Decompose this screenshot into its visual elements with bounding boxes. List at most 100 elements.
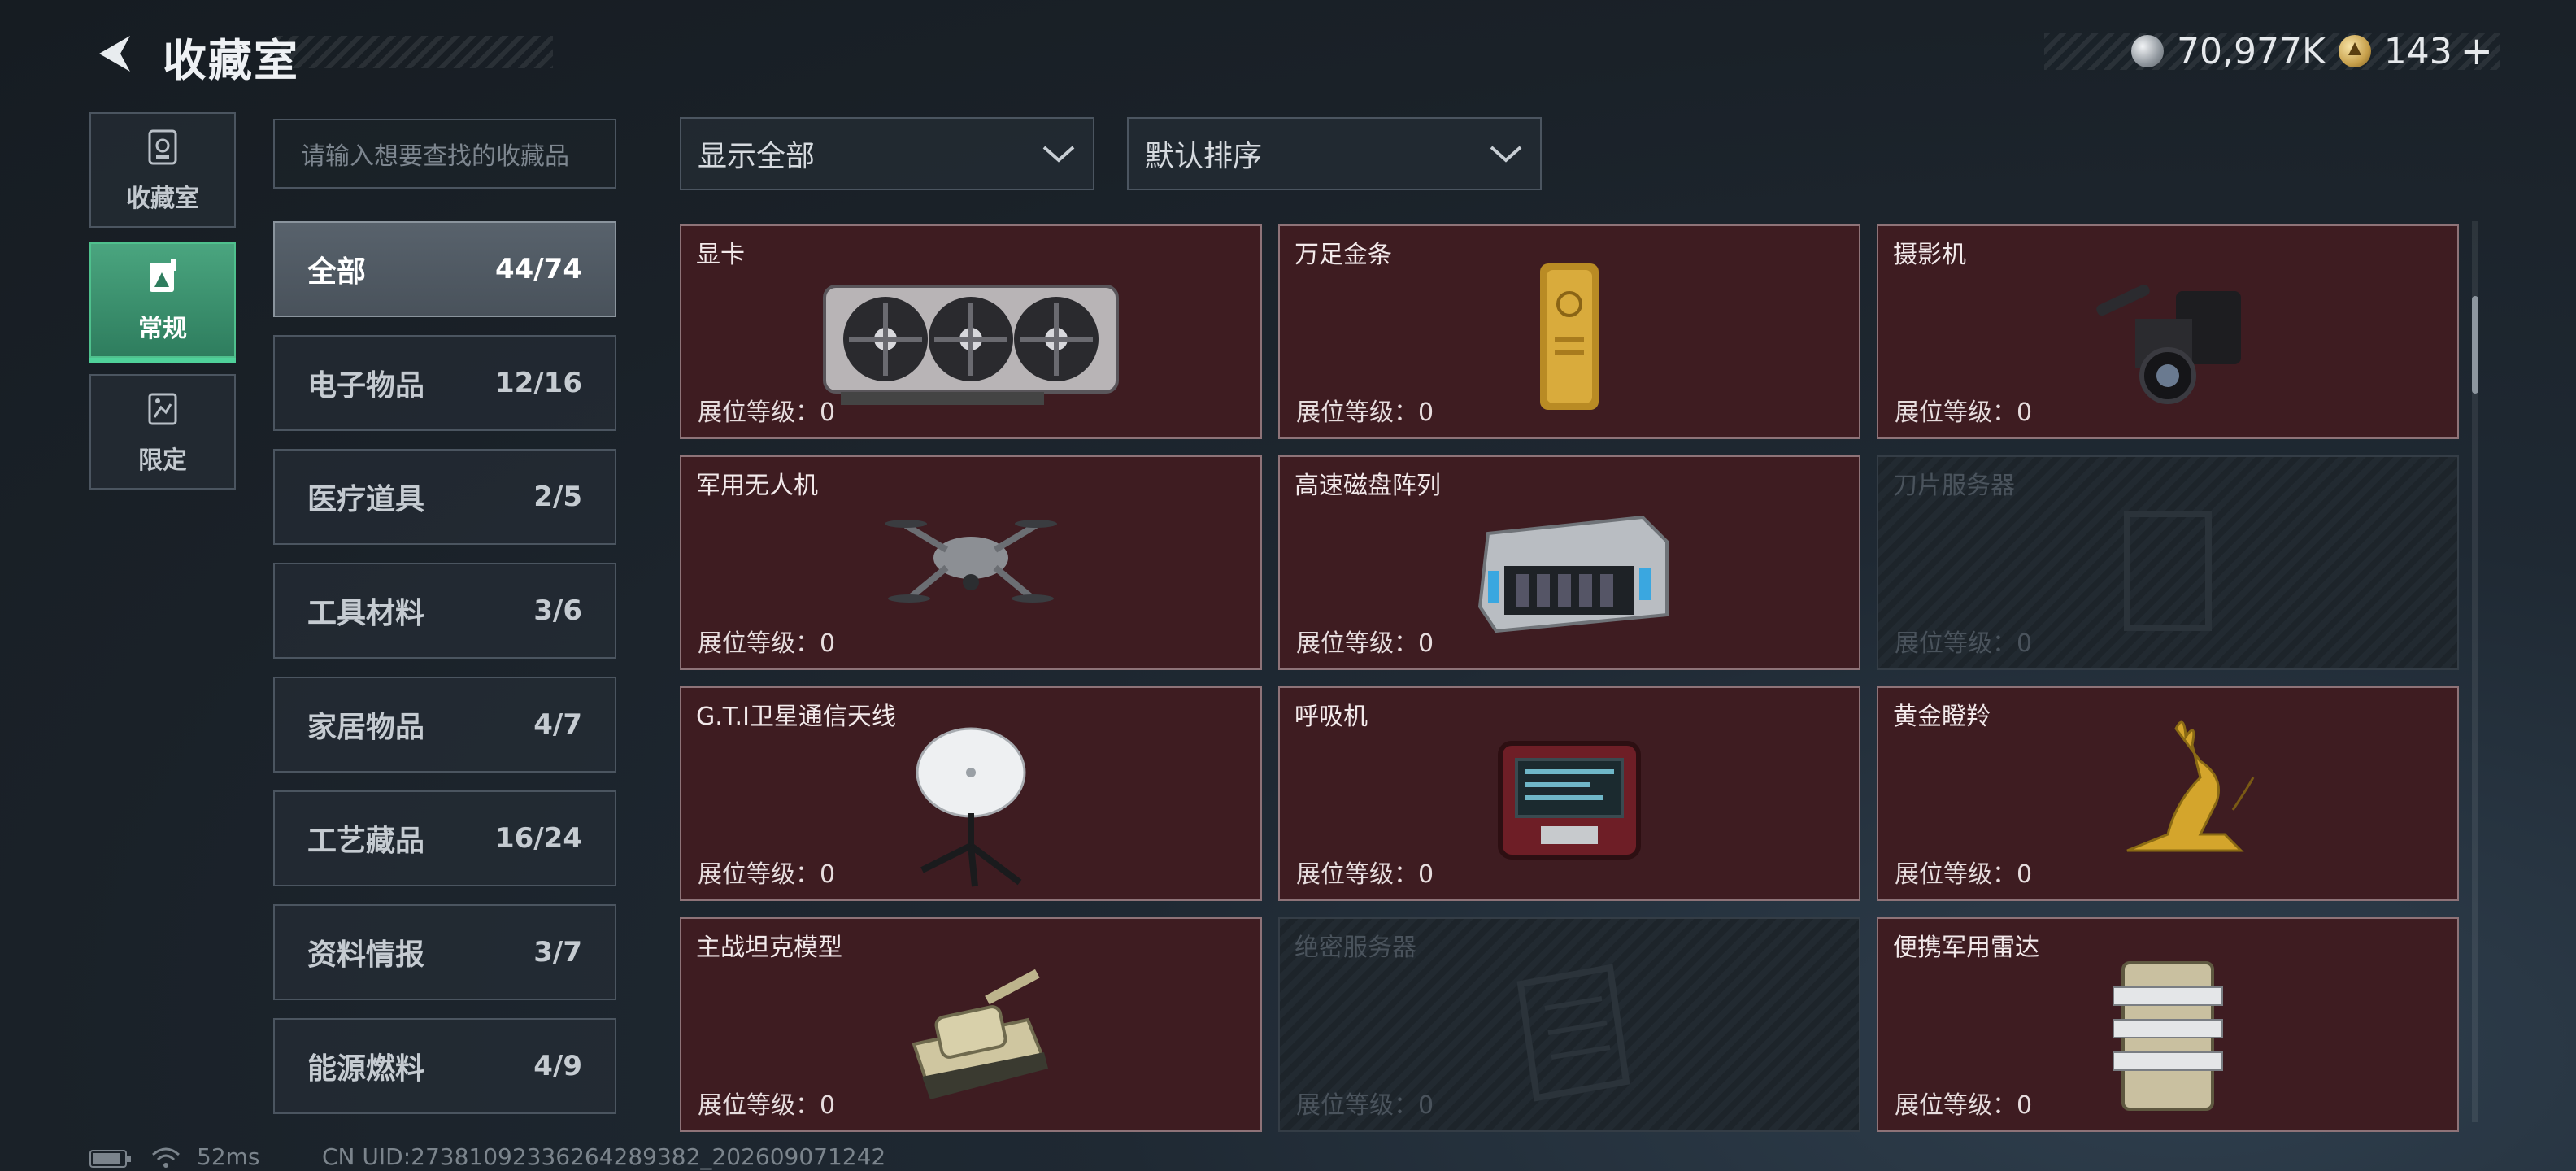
item-level: 展位等级：0 xyxy=(698,398,836,427)
category-tools[interactable]: 工具材料 3/6 xyxy=(273,563,616,659)
sort-dropdown[interactable]: 默认排序 xyxy=(1127,117,1542,190)
silver-coin-amount: 70,977K xyxy=(2176,30,2326,72)
category-name: 能源燃料 xyxy=(307,1052,425,1086)
category-name: 工具材料 xyxy=(307,597,425,630)
item-level: 展位等级：0 xyxy=(1296,1091,1434,1120)
uid-text: CN UID:273810923362642893​82_20260907124… xyxy=(322,1143,886,1170)
category-name: 全部 xyxy=(307,255,367,289)
nav-tab-label: 限定 xyxy=(138,446,187,475)
collection-room-icon xyxy=(148,129,177,165)
item-card[interactable]: 绝密服务器 展位等级：0 xyxy=(1278,917,1860,1132)
battery-icon xyxy=(89,1150,131,1168)
ventilator-icon xyxy=(1498,741,1641,860)
item-card[interactable]: 主战坦克模型 展位等级：0 xyxy=(680,917,1262,1132)
category-name: 资料情报 xyxy=(307,938,425,972)
nav-tab-label: 收藏室 xyxy=(126,185,199,213)
item-card[interactable]: 摄影机 展位等级：0 xyxy=(1877,224,2459,439)
sort-dropdown-label: 默认排序 xyxy=(1145,140,1263,173)
item-name: 军用无人机 xyxy=(696,472,818,500)
title-decoration xyxy=(276,36,553,68)
item-card[interactable]: 显卡 展位等级：0 xyxy=(680,224,1262,439)
portable-radar-icon xyxy=(2113,961,2223,1111)
item-name: 摄影机 xyxy=(1893,241,1966,269)
disk-array-icon xyxy=(1477,515,1669,633)
add-currency-button[interactable]: + xyxy=(2461,28,2493,74)
item-name: 万足金条 xyxy=(1295,241,1392,269)
item-card[interactable]: 军用无人机 展位等级：0 xyxy=(680,455,1262,670)
item-name: 便携军用雷达 xyxy=(1893,934,2039,962)
satellite-antenna-icon xyxy=(916,727,1026,887)
tank-model-icon xyxy=(912,969,1048,1099)
item-card[interactable]: 便携军用雷达 展位等级：0 xyxy=(1877,917,2459,1132)
item-name: G.T.I卫星通信天线 xyxy=(696,703,896,731)
item-level: 展位等级：0 xyxy=(1895,629,2033,658)
category-count: 2/5 xyxy=(533,481,582,513)
category-count: 12/16 xyxy=(494,367,582,399)
filter-dropdown[interactable]: 显示全部 xyxy=(680,117,1094,190)
category-count: 44/74 xyxy=(494,253,582,285)
item-card[interactable]: 高速磁盘阵列 展位等级：0 xyxy=(1278,455,1860,670)
item-level: 展位等级：0 xyxy=(1296,860,1434,889)
chevron-down-icon xyxy=(1042,146,1075,163)
item-level: 展位等级：0 xyxy=(1895,1091,2033,1120)
graphics-card-icon xyxy=(823,285,1119,405)
silver-coin-icon xyxy=(2130,35,2164,67)
gold-bar-icon xyxy=(1540,263,1599,410)
category-count: 16/24 xyxy=(494,822,582,855)
search-input[interactable]: 请输入想要查找的收藏品 xyxy=(273,119,616,189)
item-card[interactable]: 黄金瞪羚 展位等级：0 xyxy=(1877,686,2459,901)
item-card[interactable]: 万足金条 展位等级：0 xyxy=(1278,224,1860,439)
item-level: 展位等级：0 xyxy=(698,629,836,658)
category-all[interactable]: 全部 44/74 xyxy=(273,221,616,317)
item-card[interactable]: 刀片服务器 展位等级：0 xyxy=(1877,455,2459,670)
blade-server-icon xyxy=(2124,511,2212,631)
item-name: 绝密服务器 xyxy=(1295,934,1416,962)
item-name: 呼吸机 xyxy=(1295,703,1368,731)
category-intel[interactable]: 资料情报 3/7 xyxy=(273,904,616,1000)
category-count: 4/7 xyxy=(533,708,582,741)
video-camera-icon xyxy=(2096,284,2241,404)
item-level: 展位等级：0 xyxy=(1296,629,1434,658)
category-count: 3/7 xyxy=(533,936,582,969)
category-energy[interactable]: 能源燃料 4/9 xyxy=(273,1018,616,1114)
item-level: 展位等级：0 xyxy=(1296,398,1434,427)
item-level: 展位等级：0 xyxy=(1895,860,2033,889)
item-name: 高速磁盘阵列 xyxy=(1295,472,1441,500)
nav-tab-label: 常规 xyxy=(138,315,187,343)
item-level: 展位等级：0 xyxy=(698,860,836,889)
ping-text: 52ms xyxy=(197,1143,260,1170)
item-level: 展位等级：0 xyxy=(698,1091,836,1120)
drone-icon xyxy=(885,520,1057,603)
limited-collection-icon xyxy=(148,393,177,425)
secret-server-icon xyxy=(1516,964,1630,1102)
category-count: 4/9 xyxy=(533,1050,582,1082)
category-crafts[interactable]: 工艺藏品 16/24 xyxy=(273,790,616,886)
chevron-down-icon xyxy=(1490,146,1522,163)
gold-coin-amount: 143 xyxy=(2383,30,2452,72)
nav-tab-regular[interactable]: 常规 xyxy=(89,242,236,363)
item-name: 显卡 xyxy=(696,241,745,269)
item-name: 黄金瞪羚 xyxy=(1893,703,1991,731)
currency-bar: 70,977K 143 + xyxy=(2044,28,2500,74)
item-name: 刀片服务器 xyxy=(1893,472,2015,500)
wifi-icon xyxy=(152,1147,180,1168)
category-household[interactable]: 家居物品 4/7 xyxy=(273,677,616,773)
nav-tab-collection-room[interactable]: 收藏室 xyxy=(89,112,236,228)
category-name: 电子物品 xyxy=(307,369,425,403)
item-card[interactable]: G.T.I卫星通信天线 展位等级：0 xyxy=(680,686,1262,901)
filter-dropdown-label: 显示全部 xyxy=(698,140,816,173)
nav-tab-limited[interactable]: 限定 xyxy=(89,374,236,490)
category-name: 医疗道具 xyxy=(307,483,425,516)
golden-gazelle-icon xyxy=(2126,720,2255,852)
scrollbar-thumb[interactable] xyxy=(2472,296,2478,394)
category-electronics[interactable]: 电子物品 12/16 xyxy=(273,335,616,431)
back-arrow-icon[interactable] xyxy=(89,29,138,78)
gold-coin-icon xyxy=(2338,35,2371,67)
item-card[interactable]: 呼吸机 展位等级：0 xyxy=(1278,686,1860,901)
category-name: 工艺藏品 xyxy=(307,825,425,858)
category-medical[interactable]: 医疗道具 2/5 xyxy=(273,449,616,545)
category-name: 家居物品 xyxy=(307,711,425,744)
item-name: 主战坦克模型 xyxy=(696,934,842,962)
category-count: 3/6 xyxy=(533,594,582,627)
item-level: 展位等级：0 xyxy=(1895,398,2033,427)
